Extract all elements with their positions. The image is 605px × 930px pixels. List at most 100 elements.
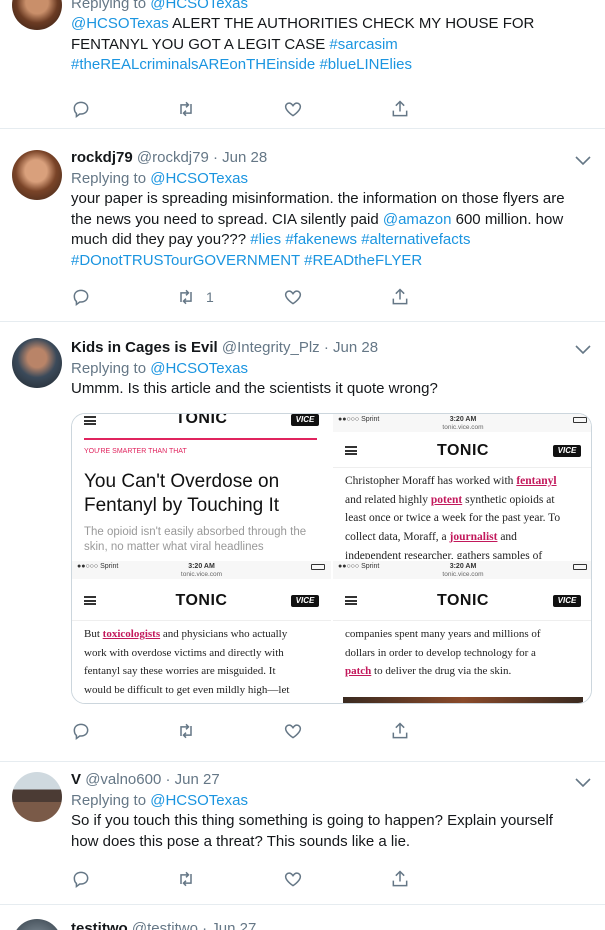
tweet-header: testitwo @testitwo · Jun 27 bbox=[71, 919, 591, 930]
tweet-link[interactable]: #theREALcriminalsAREonTHEinside bbox=[71, 56, 315, 73]
tweet-link[interactable]: #fakenews bbox=[285, 231, 357, 248]
tweet-text-line: #theREALcriminalsAREonTHEinside #blueLIN… bbox=[71, 55, 591, 76]
article-headline: You Can't Overdose on Fentanyl by Touchi… bbox=[84, 471, 280, 516]
tweet-text-line: @HCSOTexas ALERT THE AUTHORITIES CHECK M… bbox=[71, 14, 591, 35]
reply-feed: Replying to @HCSOTexas @HCSOTexas ALERT … bbox=[0, 0, 605, 930]
share-button[interactable] bbox=[390, 286, 410, 308]
replying-handle-link[interactable]: @HCSOTexas bbox=[150, 792, 248, 809]
tweet-link[interactable]: #DOnotTRUSTourGOVERNMENT bbox=[71, 252, 300, 269]
vice-logo: VICE bbox=[291, 595, 319, 607]
retweet-button[interactable]: 1 bbox=[176, 286, 214, 308]
tweet-text-span: how does this pose a threat? This sounds… bbox=[71, 832, 411, 850]
avatar[interactable] bbox=[12, 0, 62, 30]
display-name[interactable]: testitwo bbox=[71, 920, 128, 930]
media-image-1[interactable]: TONIC VICE YOU'RE SMARTER THAN THAT You … bbox=[72, 414, 331, 559]
media-image-4[interactable]: ●●○○○ Sprint 3:20 AM tonic.vice.com TONIC V… bbox=[333, 561, 591, 703]
article-link: toxicologists bbox=[102, 628, 161, 640]
retweet-button[interactable] bbox=[176, 720, 196, 742]
article-text: fentanyl say these worries are misguided… bbox=[84, 665, 276, 678]
replying-to: Replying to @HCSOTexas bbox=[71, 360, 248, 377]
tweet-media-grid[interactable]: TONIC VICE YOU'RE SMARTER THAN THAT You … bbox=[71, 413, 592, 704]
tweet[interactable]: testitwo @testitwo · Jun 27 bbox=[0, 905, 605, 930]
article-line: alone overdose—by touching street fentan… bbox=[84, 700, 321, 704]
retweet-icon bbox=[180, 289, 192, 305]
tweet-link[interactable]: #READtheFLYER bbox=[304, 252, 422, 269]
like-button[interactable] bbox=[283, 286, 303, 308]
article-line: patch to deliver the drug via the skin. bbox=[345, 662, 583, 681]
article-text: independent researcher, gathers samples … bbox=[345, 549, 543, 559]
tweet-text-span: Ummm. Is this article and the scientists… bbox=[71, 380, 438, 397]
article-text: work with overdose victims and directly … bbox=[84, 646, 284, 659]
replying-handle-link[interactable]: @HCSOTexas bbox=[150, 170, 248, 187]
tweet[interactable]: V @valno600 · Jun 27 Replying to @HCSOTe… bbox=[0, 762, 605, 905]
tweet-text-span: ALERT THE AUTHORITIES CHECK MY HOUSE FOR bbox=[168, 15, 535, 32]
user-handle[interactable]: @Integrity_Plz bbox=[222, 339, 320, 356]
replying-handle-link[interactable]: @HCSOTexas bbox=[150, 0, 248, 12]
replying-to: Replying to @HCSOTexas bbox=[71, 0, 591, 14]
article-line: collect data, Moraff, a journalist and bbox=[345, 528, 583, 547]
reply-icon bbox=[73, 723, 89, 740]
retweet-icon bbox=[180, 101, 192, 117]
tweet-date[interactable]: Jun 28 bbox=[222, 149, 267, 166]
tweet-date[interactable]: Jun 27 bbox=[211, 920, 256, 930]
tweet-link[interactable]: #lies bbox=[250, 231, 281, 248]
tweet-date[interactable]: Jun 28 bbox=[333, 339, 378, 356]
tweet-text-line: FENTANYL YOU GOT A LEGIT CASE #sarcasim bbox=[71, 35, 591, 56]
user-handle[interactable]: @valno600 bbox=[85, 771, 161, 788]
article-line: work with overdose victims and directly … bbox=[84, 644, 321, 663]
display-name[interactable]: rockdj79 bbox=[71, 149, 133, 166]
share-icon bbox=[392, 722, 408, 739]
tweet-link[interactable]: @HCSOTexas bbox=[71, 15, 169, 32]
article-link: journalist bbox=[449, 531, 498, 544]
article-text: would be difficult to get even mildly hi… bbox=[84, 684, 290, 697]
article-line: independent researcher, gathers samples … bbox=[345, 547, 583, 559]
tweet-text-span: 600 million. how bbox=[451, 210, 564, 228]
reply-button[interactable] bbox=[71, 98, 91, 120]
reply-icon bbox=[73, 289, 89, 306]
tweet[interactable]: rockdj79 @rockdj79 · Jun 28 Replying to … bbox=[0, 129, 605, 322]
retweet-button[interactable] bbox=[176, 868, 196, 890]
avatar[interactable] bbox=[12, 338, 62, 388]
share-icon bbox=[392, 100, 408, 117]
like-button[interactable] bbox=[283, 868, 303, 890]
retweet-button[interactable] bbox=[176, 98, 196, 120]
avatar[interactable] bbox=[12, 919, 62, 930]
article-excerpt: companies spent many years and millions … bbox=[333, 621, 591, 681]
replying-handle-link[interactable]: @HCSOTexas bbox=[150, 360, 248, 377]
share-icon bbox=[392, 288, 408, 305]
tweet-link[interactable]: #alternativefacts bbox=[361, 231, 470, 248]
media-image-2[interactable]: ●●○○○ Sprint 3:20 AM tonic.vice.com TONIC V… bbox=[333, 414, 591, 559]
share-button[interactable] bbox=[390, 98, 410, 120]
reply-button[interactable] bbox=[71, 720, 91, 742]
media-image-3[interactable]: ●●○○○ Sprint 3:20 AM tonic.vice.com TONIC V… bbox=[72, 561, 331, 704]
reply-button[interactable] bbox=[71, 286, 91, 308]
like-button[interactable] bbox=[283, 720, 303, 742]
share-button[interactable] bbox=[390, 868, 410, 890]
tweet-link[interactable]: #sarcasim bbox=[329, 36, 397, 53]
heart-icon bbox=[284, 102, 302, 117]
user-handle[interactable]: @rockdj79 bbox=[137, 149, 209, 166]
like-button[interactable] bbox=[283, 98, 303, 120]
article-line: companies spent many years and millions … bbox=[345, 625, 583, 644]
avatar[interactable] bbox=[12, 772, 62, 822]
reply-icon bbox=[73, 871, 89, 888]
display-name[interactable]: Kids in Cages is Evil bbox=[71, 339, 218, 356]
tweet-text-span: So if you touch this thing something is … bbox=[71, 812, 553, 829]
display-name[interactable]: V bbox=[71, 771, 81, 788]
tweet-header: V @valno600 · Jun 27 bbox=[71, 771, 220, 788]
article-text: But bbox=[84, 628, 103, 640]
user-handle[interactable]: @testitwo bbox=[132, 920, 198, 930]
avatar[interactable] bbox=[12, 150, 62, 200]
tweet[interactable]: Replying to @HCSOTexas @HCSOTexas ALERT … bbox=[0, 0, 605, 129]
tweet-date[interactable]: Jun 27 bbox=[175, 771, 220, 788]
share-button[interactable] bbox=[390, 720, 410, 742]
tweet-link[interactable]: @amazon bbox=[383, 211, 452, 228]
tweet-text-span: FENTANYL YOU GOT A LEGIT CASE bbox=[71, 35, 330, 53]
tweet-text: @HCSOTexas ALERT THE AUTHORITIES CHECK M… bbox=[71, 14, 591, 76]
tweet-text-line: #DOnotTRUSTourGOVERNMENT #READtheFLYER bbox=[71, 251, 591, 272]
tweet-link[interactable]: #blueLINElies bbox=[319, 56, 412, 73]
reply-button[interactable] bbox=[71, 868, 91, 890]
article-text: collect data, Moraff, a bbox=[345, 531, 450, 544]
tweet-text: Ummm. Is this article and the scientists… bbox=[71, 379, 591, 400]
article-line: and related highly potent synthetic opio… bbox=[345, 491, 583, 510]
